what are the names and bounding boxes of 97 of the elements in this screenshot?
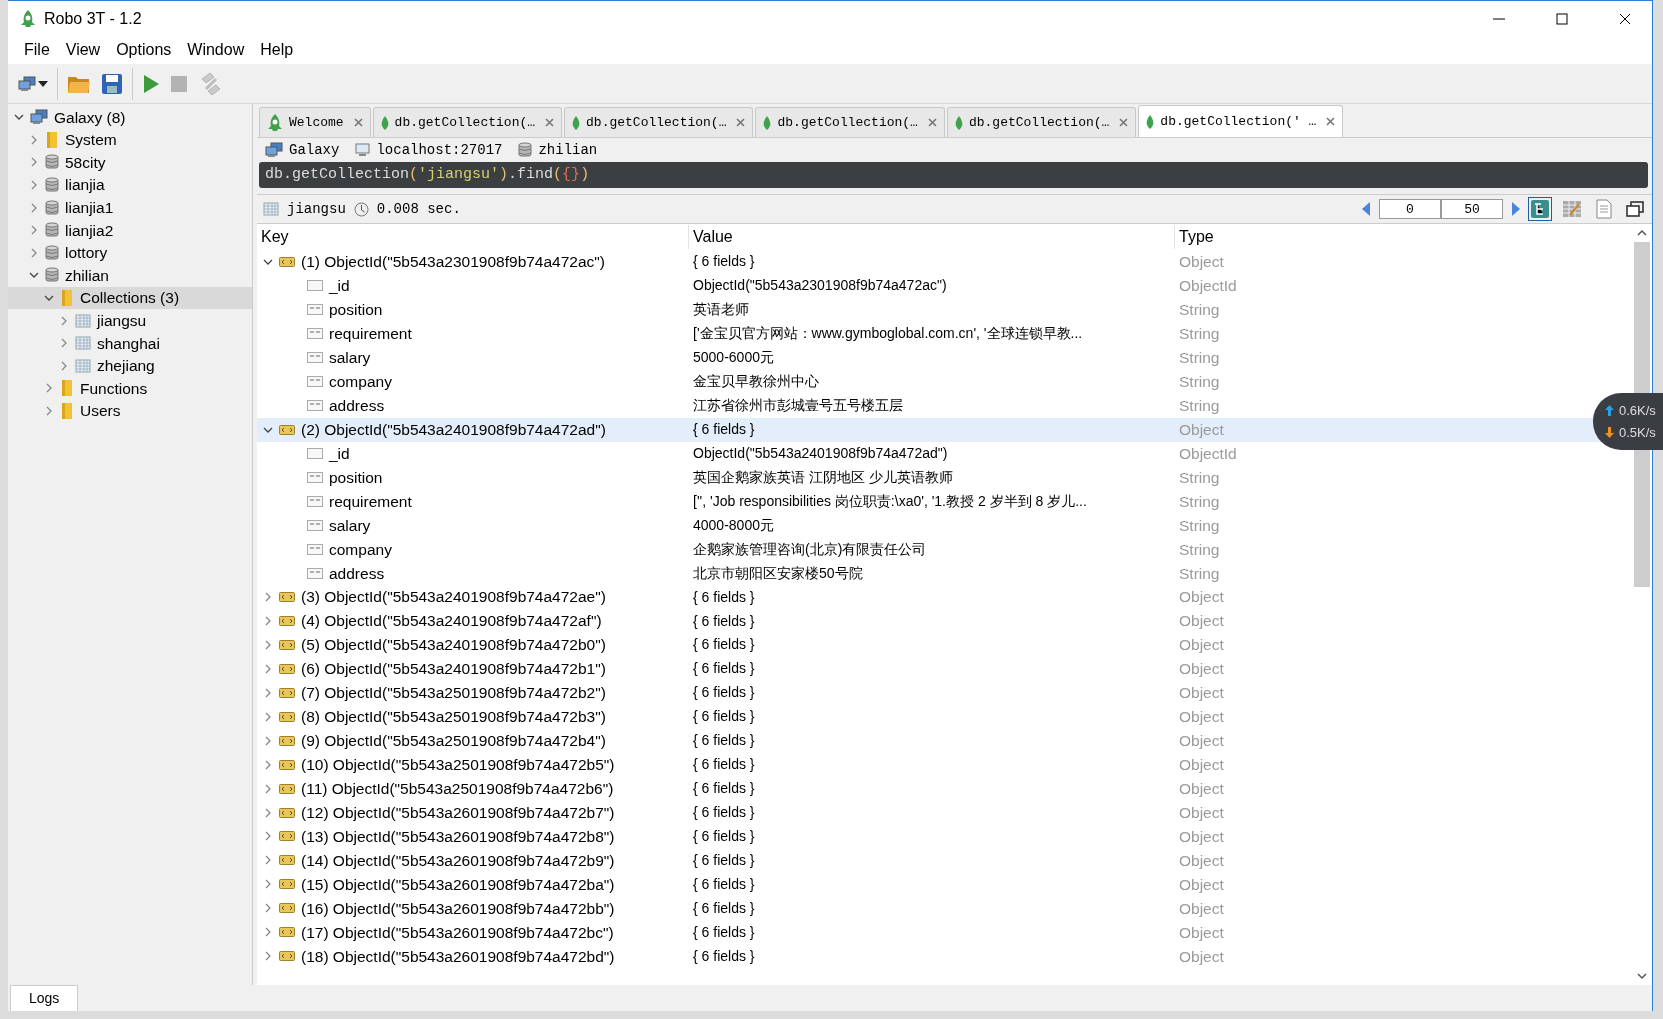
value-text: { 6 fields } (693, 780, 755, 797)
value-text: { 6 fields } (693, 804, 755, 821)
key-text: position (329, 300, 383, 321)
key-text: company (329, 539, 392, 560)
type-text: String (1179, 325, 1220, 343)
type-text: ObjectId (1179, 277, 1237, 295)
key-text: (13) ObjectId("5b543a2601908f9b74a472b8") (301, 826, 615, 847)
type-text: Object (1179, 779, 1224, 797)
value-text: { 6 fields } (693, 636, 755, 653)
type-text: Object (1179, 708, 1224, 726)
key-text: (16) ObjectId("5b543a2601908f9b74a472bb") (301, 898, 615, 919)
value-text: ['金宝贝官方网站：www.gymboglobal.com.cn', '全球连锁早教... (693, 325, 1083, 342)
key-text: address (329, 563, 385, 584)
type-text: String (1179, 564, 1220, 582)
query-time: 0.008 sec. (376, 199, 462, 219)
value-text: ['', 'Job responsibilities 岗位职责:\xa0', '1.教授 2 岁半到 8 岁儿... (693, 492, 1087, 509)
value-text: { 6 fields } (693, 827, 755, 844)
key-text: (6) ObjectId("5b543a2401908f9b74a472b1") (301, 659, 606, 680)
type-text: Object (1179, 732, 1224, 750)
key-text: (10) ObjectId("5b543a2501908f9b74a472b5") (301, 755, 615, 776)
value-text: 金宝贝早教徐州中心 (693, 373, 819, 390)
type-text: Object (1179, 851, 1224, 869)
value-text: { 6 fields } (693, 612, 755, 629)
key-text: (5) ObjectId("5b543a2401908f9b74a472b0") (301, 635, 606, 656)
type-text: Object (1179, 756, 1224, 774)
key-text: (14) ObjectId("5b543a2601908f9b74a472b9") (301, 850, 615, 871)
value-text: ObjectId("5b543a2301908f9b74a472ac") (693, 277, 947, 294)
key-text: (11) ObjectId("5b543a2501908f9b74a472b6") (301, 778, 614, 799)
type-text: Object (1179, 827, 1224, 845)
type-text: Object (1179, 612, 1224, 630)
key-text: (17) ObjectId("5b543a2601908f9b74a472bc") (301, 922, 614, 943)
key-text: requirement (329, 324, 412, 345)
value-text: ObjectId("5b543a2401908f9b74a472ad") (693, 444, 948, 461)
value-text: 4000-8000元 (693, 516, 774, 533)
value-text: { 6 fields } (693, 947, 755, 964)
type-text: String (1179, 516, 1220, 534)
type-text: Object (1179, 875, 1224, 893)
key-text: (9) ObjectId("5b543a2501908f9b74a472b4") (301, 731, 606, 752)
breadcrumb-label: Galaxy (289, 140, 340, 160)
key-text: company (329, 372, 392, 393)
value-text: { 6 fields } (693, 708, 755, 725)
type-text: Object (1179, 684, 1224, 702)
key-text: salary (329, 515, 371, 536)
type-text: String (1179, 540, 1220, 558)
key-text: (18) ObjectId("5b543a2601908f9b74a472bd") (301, 946, 615, 967)
window-title: Robo 3T - 1.2 (44, 8, 143, 29)
value-text: { 6 fields } (693, 875, 755, 892)
value-text: { 6 fields } (693, 732, 755, 749)
value-text: 北京市朝阳区安家楼50号院 (693, 564, 863, 581)
type-text: Object (1179, 803, 1224, 821)
type-text: Object (1179, 660, 1224, 678)
value-text: { 6 fields } (693, 421, 755, 438)
value-text: 英语老师 (693, 301, 749, 318)
type-text: Object (1179, 420, 1224, 438)
value-text: { 6 fields } (693, 588, 755, 605)
value-text: { 6 fields } (693, 851, 755, 868)
key-text: position (329, 467, 383, 488)
type-text: Object (1179, 947, 1224, 965)
value-text: 江苏省徐州市彭城壹号五号楼五层 (693, 397, 903, 414)
type-text: String (1179, 492, 1220, 510)
key-text: (4) ObjectId("5b543a2401908f9b74a472af") (301, 611, 602, 632)
key-text: salary (329, 348, 371, 369)
breadcrumb-label: zhilian (538, 140, 598, 160)
type-text: Object (1179, 253, 1224, 271)
type-text: String (1179, 301, 1220, 319)
type-text: String (1179, 373, 1220, 391)
key-text: _id (329, 276, 350, 297)
type-text: String (1179, 396, 1220, 414)
key-text: address (329, 395, 385, 416)
key-text: requirement (329, 491, 412, 512)
key-text: (15) ObjectId("5b543a2601908f9b74a472ba") (301, 874, 615, 895)
key-text: (12) ObjectId("5b543a2601908f9b74a472b7") (301, 802, 615, 823)
key-text: _id (329, 443, 350, 464)
key-text: (3) ObjectId("5b543a2401908f9b74a472ae") (301, 587, 606, 608)
value-text: 英国企鹅家族英语 江阴地区 少儿英语教师 (693, 468, 953, 485)
value-text: { 6 fields } (693, 899, 755, 916)
collection-name: jiangsu (287, 199, 346, 219)
key-text: (2) ObjectId("5b543a2401908f9b74a472ad") (301, 419, 606, 440)
value-text: 5000-6000元 (693, 349, 774, 366)
type-text: Object (1179, 588, 1224, 606)
type-text: ObjectId (1179, 444, 1237, 462)
type-text: Object (1179, 899, 1224, 917)
value-text: { 6 fields } (693, 684, 755, 701)
value-text: { 6 fields } (693, 923, 755, 940)
value-text: { 6 fields } (693, 756, 755, 773)
value-text: { 6 fields } (693, 660, 755, 677)
key-text: (7) ObjectId("5b543a2501908f9b74a472b2") (301, 683, 606, 704)
type-text: String (1179, 468, 1220, 486)
key-text: (1) ObjectId("5b543a2301908f9b74a472ac") (301, 252, 605, 273)
value-text: 企鹅家族管理咨询(北京)有限责任公司 (693, 540, 927, 557)
breadcrumb-label: localhost:27017 (376, 140, 503, 160)
value-text: { 6 fields } (693, 253, 755, 270)
upload-speed: 0.6K/s (1619, 401, 1656, 420)
type-text: String (1179, 349, 1220, 367)
key-text: (8) ObjectId("5b543a2501908f9b74a472b3") (301, 707, 606, 728)
type-text: Object (1179, 636, 1224, 654)
type-text: Object (1179, 923, 1224, 941)
